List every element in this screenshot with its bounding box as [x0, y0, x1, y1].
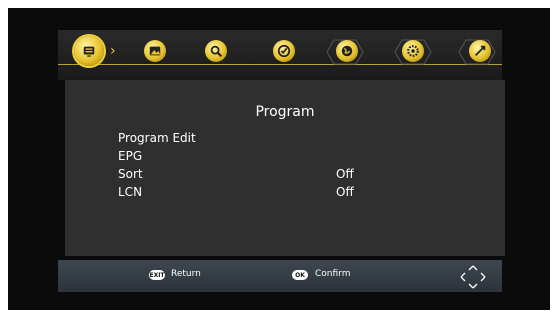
usb-icon: [475, 45, 486, 56]
tab-search[interactable]: [205, 40, 227, 62]
tab-program[interactable]: [74, 36, 104, 66]
tab-usb[interactable]: [469, 40, 491, 62]
return-label: Return: [171, 269, 201, 279]
menu-item-program-edit[interactable]: Program Edit: [118, 131, 478, 149]
footer-bar: EXIT Return OK Confirm: [58, 260, 502, 292]
menu-item-label: LCN: [118, 185, 143, 199]
tab-language[interactable]: [336, 40, 358, 62]
menu-item-lcn[interactable]: LCN Off: [118, 185, 478, 203]
menu-item-value: Off: [336, 167, 354, 181]
tab-arrow: ›: [110, 43, 116, 59]
confirm-label: Confirm: [315, 269, 351, 279]
navigation-arrows-icon: [460, 265, 486, 289]
search-icon: [210, 45, 223, 58]
menu-item-label: Program Edit: [118, 131, 196, 145]
menu-item-label: Sort: [118, 167, 143, 181]
gear-icon: [407, 45, 419, 57]
picture-icon: [149, 46, 161, 56]
menu-item-label: EPG: [118, 149, 143, 163]
tab-picture[interactable]: [144, 40, 166, 62]
ok-button-icon: OK: [292, 270, 308, 280]
clock-icon: [277, 44, 291, 58]
tab-underline: [58, 64, 502, 65]
tv-icon: [83, 46, 95, 57]
globe-icon: [341, 45, 353, 57]
menu-item-value: Off: [336, 185, 354, 199]
exit-button-icon: EXIT: [149, 270, 165, 280]
page-title: Program: [255, 104, 315, 120]
tab-time[interactable]: [273, 40, 295, 62]
menu-item-sort[interactable]: Sort Off: [118, 167, 478, 185]
menu-item-epg[interactable]: EPG: [118, 149, 478, 167]
tab-system[interactable]: [402, 40, 424, 62]
menu-panel: Program Program Edit EPG Sort Off LCN Of…: [65, 80, 505, 256]
